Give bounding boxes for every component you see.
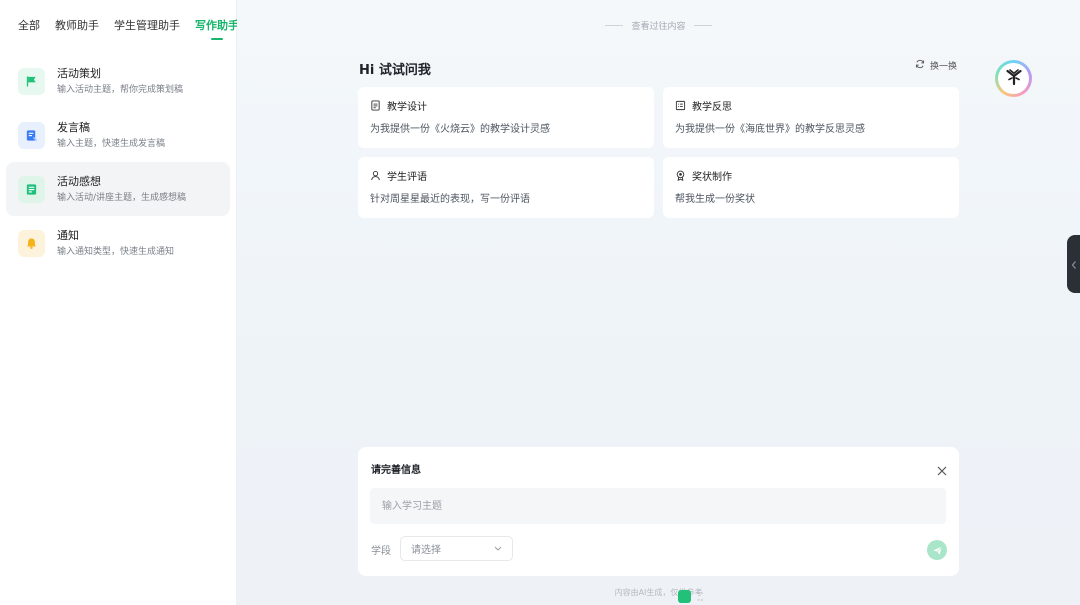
history-link-label: 查看过往内容 bbox=[631, 22, 686, 32]
sidebar-item-activity-planning[interactable]: 活动策划 输入活动主题，帮你完成策划稿 bbox=[6, 54, 230, 108]
sidebar-item-speech[interactable]: 发言稿 输入主题，快速生成发言稿 bbox=[6, 108, 230, 162]
reflection-icon bbox=[675, 100, 686, 116]
topic-input[interactable] bbox=[370, 488, 946, 524]
card-title: 教学反思 bbox=[692, 102, 732, 113]
stage-label: 学段 bbox=[371, 546, 391, 557]
chevron-down-icon bbox=[494, 543, 502, 554]
suggestion-card-lesson-design[interactable]: 教学设计 为我提供一份《火烧云》的教学设计灵感 bbox=[358, 87, 654, 148]
document-edit-icon bbox=[18, 121, 45, 149]
send-button[interactable] bbox=[927, 540, 947, 560]
flag-icon bbox=[18, 67, 45, 95]
lesson-doc-icon bbox=[370, 100, 381, 116]
stage-select-value: 请选择 bbox=[411, 545, 441, 556]
tab-writing-assistant[interactable]: 写作助手 bbox=[195, 18, 239, 34]
assistant-avatar[interactable] bbox=[995, 60, 1032, 97]
bell-icon bbox=[18, 229, 45, 257]
close-icon[interactable] bbox=[937, 461, 947, 480]
award-icon bbox=[675, 170, 686, 186]
tab-teacher-assistant[interactable]: 教师助手 bbox=[55, 18, 99, 34]
category-tabs: 全部 教师助手 学生管理助手 写作助手 bbox=[0, 0, 239, 52]
card-title: 奖状制作 bbox=[692, 172, 732, 183]
divider bbox=[693, 25, 712, 26]
sidebar-item-notice[interactable]: 通知 输入通知类型，快速生成通知 bbox=[6, 216, 230, 270]
card-desc: 帮我生成一份奖状 bbox=[675, 194, 755, 205]
info-form: 请完善信息 学段 请选择 bbox=[358, 447, 959, 576]
card-title: 教学设计 bbox=[387, 102, 427, 113]
stage-select[interactable]: 请选择 bbox=[400, 536, 513, 561]
refresh-label: 换一换 bbox=[930, 62, 958, 72]
sidebar-item-activity-reflection[interactable]: 活动感想 输入活动/讲座主题，生成感想稿 bbox=[6, 162, 230, 216]
suggestion-card-student-comment[interactable]: 学生评语 针对周星星最近的表现，写一份评语 bbox=[358, 157, 654, 218]
refresh-button[interactable]: 换一换 bbox=[915, 59, 957, 72]
divider bbox=[605, 25, 624, 26]
suggestion-card-teaching-reflection[interactable]: 教学反思 为我提供一份《海底世界》的教学反思灵感 bbox=[663, 87, 959, 148]
refresh-icon bbox=[915, 59, 925, 72]
sidebar-item-title: 发言稿 bbox=[57, 120, 90, 134]
greeting-title: Hi 试试问我 bbox=[359, 63, 431, 78]
sidebar-item-desc: 输入通知类型，快速生成通知 bbox=[57, 246, 175, 257]
collapse-panel-handle[interactable] bbox=[1067, 235, 1080, 293]
card-desc: 针对周星星最近的表现，写一份评语 bbox=[370, 194, 530, 205]
form-title: 请完善信息 bbox=[371, 465, 421, 476]
sidebar-item-desc: 输入主题，快速生成发言稿 bbox=[57, 138, 166, 149]
sidebar: 全部 教师助手 学生管理助手 写作助手 活动策划 输入活动主题，帮你完成策划稿 … bbox=[0, 0, 239, 605]
sidebar-item-desc: 输入活动主题，帮你完成策划稿 bbox=[57, 84, 184, 95]
suggestion-cards: 教学设计 为我提供一份《火烧云》的教学设计灵感 教学反思 为我提供一份《海底世界… bbox=[358, 87, 959, 218]
more-icon: ◦◦ ◦◦ bbox=[697, 590, 705, 604]
assistant-list: 活动策划 输入活动主题，帮你完成策划稿 发言稿 输入主题，快速生成发言稿 活动感… bbox=[0, 52, 236, 272]
card-desc: 为我提供一份《海底世界》的教学反思灵感 bbox=[675, 124, 865, 135]
suggestion-card-award[interactable]: 奖状制作 帮我生成一份奖状 bbox=[663, 157, 959, 218]
notes-icon bbox=[18, 175, 45, 203]
student-icon bbox=[370, 170, 381, 186]
card-title: 学生评语 bbox=[387, 172, 427, 183]
send-icon bbox=[932, 541, 943, 560]
assistant-logo-icon bbox=[1004, 67, 1024, 91]
app-logo-icon bbox=[678, 590, 691, 603]
ai-disclaimer: 内容由AI生成，仅供参考 bbox=[614, 588, 703, 597]
card-desc: 为我提供一份《火烧云》的教学设计灵感 bbox=[370, 124, 550, 135]
tab-all[interactable]: 全部 bbox=[18, 18, 40, 34]
history-link[interactable]: 查看过往内容 bbox=[237, 19, 1080, 32]
chevron-left-icon bbox=[1071, 255, 1077, 274]
sidebar-item-title: 通知 bbox=[57, 228, 79, 242]
tab-student-management[interactable]: 学生管理助手 bbox=[114, 18, 180, 34]
sidebar-item-title: 活动策划 bbox=[57, 66, 101, 80]
main-panel: 查看过往内容 Hi 试试问我 换一换 教学设计 为我提供一份《火烧云》的教学设计… bbox=[237, 0, 1080, 605]
sidebar-item-desc: 输入活动/讲座主题，生成感想稿 bbox=[57, 192, 187, 203]
sidebar-item-title: 活动感想 bbox=[57, 174, 101, 188]
